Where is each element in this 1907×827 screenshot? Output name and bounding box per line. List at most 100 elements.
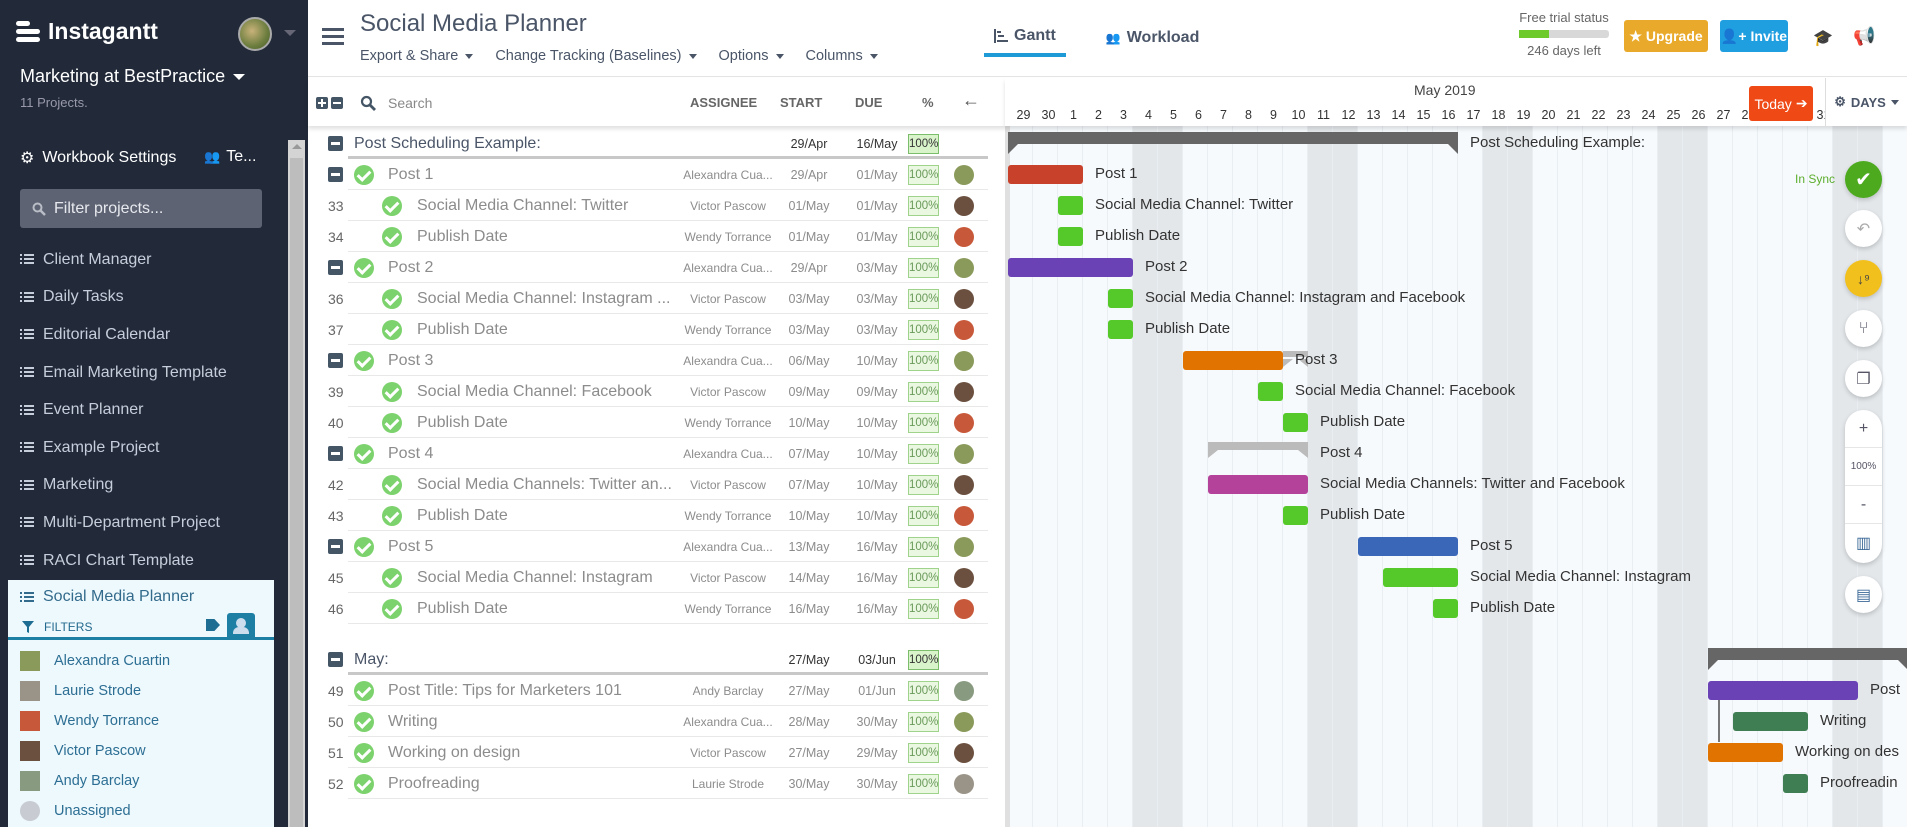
start-date[interactable]: 10/May (774, 416, 844, 430)
percent-complete[interactable]: 100% (908, 381, 939, 402)
group-name[interactable]: Post Scheduling Example: (354, 135, 541, 153)
sort-button[interactable]: ↓⁹ (1845, 260, 1882, 297)
user-filter-tab[interactable] (227, 613, 255, 638)
assignee[interactable]: Wendy Torrance (668, 230, 788, 244)
table-row[interactable]: 37 Publish Date Wendy Torrance 03/May 03/May… (308, 314, 988, 345)
due-date[interactable]: 01/May (842, 168, 912, 182)
percent-complete[interactable]: 100% (908, 711, 939, 732)
sidebar-project-item[interactable]: Example Project (0, 429, 288, 467)
complete-check-icon[interactable] (382, 195, 402, 216)
percent-complete[interactable]: 100% (908, 319, 939, 340)
tab-gantt[interactable]: Gantt (984, 27, 1066, 57)
task-name[interactable]: Proofreading (388, 775, 480, 793)
complete-check-icon[interactable] (382, 505, 402, 526)
due-date[interactable]: 01/Jun (842, 684, 912, 698)
menu-options[interactable]: Options (719, 48, 784, 64)
collapse-icon[interactable] (328, 652, 343, 667)
due-date[interactable]: 10/May (842, 447, 912, 461)
column-due[interactable]: DUE (855, 95, 882, 110)
table-row[interactable]: Post 1 Alexandra Cua... 29/Apr 01/May 100% (308, 159, 988, 190)
tab-workload[interactable]: 👥 Workload (1096, 27, 1210, 57)
team-link[interactable]: 👥 Te... (204, 148, 256, 166)
start-date[interactable]: 06/May (774, 354, 844, 368)
table-row[interactable]: 52 Proofreading Laurie Strode 30/May 30/May 1… (308, 768, 988, 799)
collapse-icon[interactable] (328, 260, 343, 275)
start-date[interactable]: 27/May (774, 653, 844, 667)
assignee[interactable]: Wendy Torrance (668, 416, 788, 430)
table-row[interactable]: 42 Social Media Channels: Twitter an... Vi… (308, 469, 988, 500)
sidebar-project-item[interactable]: RACI Chart Template (0, 542, 288, 580)
task-name[interactable]: Publish Date (417, 228, 508, 246)
due-date[interactable]: 10/May (842, 416, 912, 430)
zoom-out-button[interactable]: - (1845, 486, 1882, 524)
group-row[interactable]: May: 27/May 03/Jun 100% (308, 644, 988, 675)
complete-check-icon[interactable] (382, 412, 402, 433)
task-name[interactable]: Publish Date (417, 600, 508, 618)
menu-columns[interactable]: Columns (806, 48, 878, 64)
gantt-bar[interactable] (1208, 475, 1308, 494)
sidebar-project-item[interactable]: Multi-Department Project (0, 504, 288, 542)
complete-check-icon[interactable] (382, 567, 402, 588)
start-date[interactable]: 13/May (774, 540, 844, 554)
gantt-bar[interactable] (1433, 599, 1458, 618)
table-row[interactable]: 51 Working on design Victor Pascow 27/May 29… (308, 737, 988, 768)
complete-check-icon[interactable] (382, 288, 402, 309)
gantt-bar[interactable] (1283, 506, 1308, 525)
complete-check-icon[interactable] (354, 257, 374, 278)
due-date[interactable]: 16/May (842, 540, 912, 554)
gantt-bar[interactable] (1058, 227, 1083, 246)
task-name[interactable]: Post 2 (388, 259, 433, 277)
percent-complete[interactable]: 100% (908, 257, 939, 278)
assignee[interactable]: Victor Pascow (668, 478, 788, 492)
graduation-cap-icon[interactable]: 🎓 (1813, 28, 1833, 48)
gantt-bar[interactable] (1283, 413, 1308, 432)
megaphone-icon[interactable]: 📢 (1853, 26, 1875, 47)
gantt-bar[interactable] (1258, 382, 1283, 401)
sidebar-project-item[interactable]: Event Planner (0, 391, 288, 429)
complete-check-icon[interactable] (354, 536, 374, 557)
collapse-grid-arrow-icon[interactable]: ← (962, 90, 980, 111)
upgrade-button[interactable]: ★ Upgrade (1624, 20, 1708, 52)
assignee[interactable]: Wendy Torrance (668, 323, 788, 337)
task-name[interactable]: Working on design (388, 744, 520, 762)
gantt-bar[interactable] (1008, 258, 1133, 277)
collapse-icon[interactable] (328, 167, 343, 182)
percent-complete[interactable]: 100% (908, 505, 939, 526)
assignee[interactable]: Andy Barclay (668, 684, 788, 698)
filter-projects-input[interactable]: Filter projects... (20, 189, 262, 228)
task-name[interactable]: Post 3 (388, 352, 433, 370)
sidebar-scrollbar[interactable] (288, 140, 305, 827)
gantt-bar[interactable] (1358, 537, 1458, 556)
assignee[interactable]: Alexandra Cua... (668, 354, 788, 368)
percent-complete[interactable]: 100% (908, 164, 939, 185)
table-row[interactable]: Post 2 Alexandra Cua... 29/Apr 03/May 100% (308, 252, 988, 283)
percent-complete[interactable]: 100% (908, 773, 939, 794)
due-date[interactable]: 10/May (842, 354, 912, 368)
start-date[interactable]: 27/May (774, 746, 844, 760)
table-row[interactable]: 39 Social Media Channel: Facebook Victor P… (308, 376, 988, 407)
due-date[interactable]: 03/May (842, 323, 912, 337)
assignee[interactable]: Victor Pascow (668, 746, 788, 760)
gantt-bar[interactable] (1108, 289, 1133, 308)
percent-complete[interactable]: 100% (908, 443, 939, 464)
gantt-bar[interactable] (1733, 712, 1808, 731)
group-row[interactable]: Post Scheduling Example: 29/Apr 16/May 100% (308, 128, 988, 159)
sidebar-project-item[interactable]: Client Manager (0, 241, 288, 279)
due-date[interactable]: 16/May (842, 137, 912, 151)
brand-logo[interactable]: Instagantt (16, 18, 158, 45)
assignee[interactable]: Victor Pascow (668, 571, 788, 585)
percent-complete[interactable]: 100% (908, 195, 939, 216)
due-date[interactable]: 16/May (842, 571, 912, 585)
start-date[interactable]: 14/May (774, 571, 844, 585)
scrollbar-thumb[interactable] (290, 158, 303, 827)
start-date[interactable]: 27/May (774, 684, 844, 698)
sidebar-project-item[interactable]: Marketing (0, 467, 288, 505)
person-filter-item[interactable]: Andy Barclay (8, 766, 170, 796)
due-date[interactable]: 10/May (842, 509, 912, 523)
start-date[interactable]: 10/May (774, 509, 844, 523)
table-row[interactable]: 36 Social Media Channel: Instagram ... Vic… (308, 283, 988, 314)
assignee[interactable]: Wendy Torrance (668, 602, 788, 616)
map-icon[interactable]: ▥ (1845, 524, 1882, 562)
task-name[interactable]: Social Media Channel: Instagram (417, 569, 653, 587)
group-name[interactable]: May: (354, 651, 389, 669)
